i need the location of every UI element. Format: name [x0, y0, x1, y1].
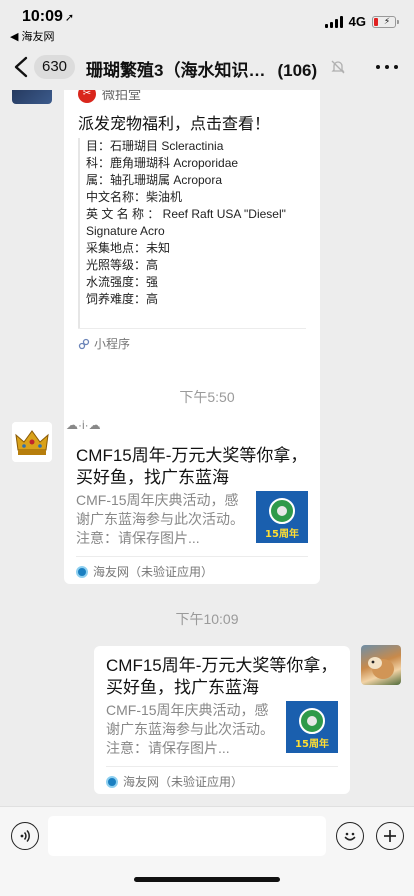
timestamp: 下午10:09	[175, 611, 239, 627]
message-list[interactable]: ✂ 微拍堂 派发宠物福利，点击查看！ 目：石珊瑚目 Scleractinia 科…	[0, 90, 414, 806]
group-name: 珊瑚繁殖3（海水知识…	[86, 61, 266, 80]
network-type: 4G	[348, 14, 366, 29]
plus-icon[interactable]	[376, 822, 404, 850]
member-count: (106)	[277, 61, 318, 80]
mp-line: 水流强度：强	[86, 275, 159, 289]
link-description: CMF-15周年庆典活动，感谢广东蓝海参与此次活动。注意：请保存图片...	[106, 702, 274, 756]
link-card[interactable]: CMF15周年-万元大奖等你拿，买好鱼，找广东蓝海 CMF-15周年庆典活动，感…	[64, 436, 320, 584]
signal-icon	[324, 15, 343, 28]
weipaitang-logo-icon: ✂	[78, 90, 96, 103]
link-source-label: 海友网（未验证应用）	[93, 565, 214, 579]
link-title: CMF15周年-万元大奖等你拿，买好鱼，找广东蓝海	[76, 446, 308, 487]
timestamp: 下午5:50	[179, 389, 235, 405]
link-source-label: 海友网（未验证应用）	[123, 775, 244, 789]
back-chevron-icon[interactable]	[12, 56, 32, 78]
mp-line: 采集地点：未知	[86, 241, 171, 255]
unread-count-badge[interactable]: 630	[34, 55, 76, 79]
status-bar: 10:09 ➚ ◀ 海友网 4G ⚡	[0, 0, 414, 44]
status-time: 10:09 ➚	[22, 8, 74, 26]
mini-program-icon	[78, 338, 90, 349]
more-dots-icon[interactable]	[376, 65, 398, 69]
mp-line: Signature Acro	[86, 224, 165, 238]
battery-icon: ⚡	[372, 15, 399, 28]
dog-photo-icon	[368, 657, 394, 679]
anniversary-badge-icon: 15周年	[256, 491, 308, 543]
mp-line: 目：石珊瑚目 Scleractinia	[86, 139, 224, 153]
link-title: CMF15周年-万元大奖等你拿，买好鱼，找广东蓝海	[106, 656, 338, 697]
haiyou-app-icon	[106, 775, 118, 788]
mini-program-header: ✂ 微拍堂	[78, 90, 141, 103]
message-input[interactable]	[48, 816, 326, 856]
link-description: CMF-15周年庆典活动，感谢广东蓝海参与此次活动。注意：请保存图片...	[76, 492, 244, 546]
mp-line: 属：轴孔珊瑚属 Acropora	[86, 173, 223, 187]
sender-nickname: ☁·i·☁	[66, 418, 101, 432]
mini-program-footer: 小程序	[78, 335, 130, 352]
mini-program-title: 派发宠物福利，点击查看！	[78, 116, 271, 133]
emoji-icon[interactable]	[336, 822, 364, 850]
link-thumbnail: 15周年	[286, 701, 338, 753]
divider	[76, 556, 308, 557]
anniversary-badge-icon: 15周年	[286, 701, 338, 753]
svg-text:15周年: 15周年	[265, 527, 299, 540]
link-source: 海友网（未验证应用）	[76, 563, 213, 580]
chat-title: 珊瑚繁殖3（海水知识… (106)	[86, 56, 331, 81]
mini-program-body: 目：石珊瑚目 Scleractinia 科：鹿角珊瑚科 Acroporidae …	[78, 138, 308, 328]
link-card-sent[interactable]: CMF15周年-万元大奖等你拿，买好鱼，找广东蓝海 CMF-15周年庆典活动，感…	[94, 646, 350, 794]
link-thumbnail: 15周年	[256, 491, 308, 543]
mp-line: 英 文 名 称 ： Reef Raft USA "Diesel"	[86, 207, 286, 221]
mp-line: 饲养难度：高	[86, 292, 159, 306]
back-to-app-link[interactable]: ◀ 海友网	[10, 28, 55, 44]
home-indicator[interactable]	[134, 877, 280, 882]
haiyou-app-icon	[76, 565, 88, 578]
my-avatar[interactable]	[361, 645, 401, 685]
voice-icon[interactable]	[11, 822, 39, 850]
location-icon: ➚	[64, 12, 75, 24]
link-source: 海友网（未验证应用）	[106, 773, 243, 790]
mp-line: 中文名称：柴油机	[86, 190, 183, 204]
mp-line: 科：鹿角珊瑚科 Acroporidae	[86, 156, 239, 170]
sender-avatar-crown[interactable]	[12, 422, 52, 462]
clock-text: 10:09	[22, 8, 63, 25]
sender-avatar[interactable]	[12, 90, 52, 104]
chat-nav-bar: 630 珊瑚繁殖3（海水知识… (106)	[0, 44, 414, 90]
status-indicators: 4G ⚡	[324, 14, 399, 29]
divider	[106, 766, 338, 767]
divider	[78, 328, 306, 329]
mute-bell-icon	[331, 60, 345, 74]
input-bar	[0, 806, 414, 896]
mp-line: 光照等级：高	[86, 258, 159, 272]
crown-icon	[12, 422, 52, 462]
svg-text:15周年: 15周年	[295, 737, 329, 750]
mini-program-source: 微拍堂	[102, 90, 142, 102]
mini-program-label: 小程序	[94, 337, 131, 351]
